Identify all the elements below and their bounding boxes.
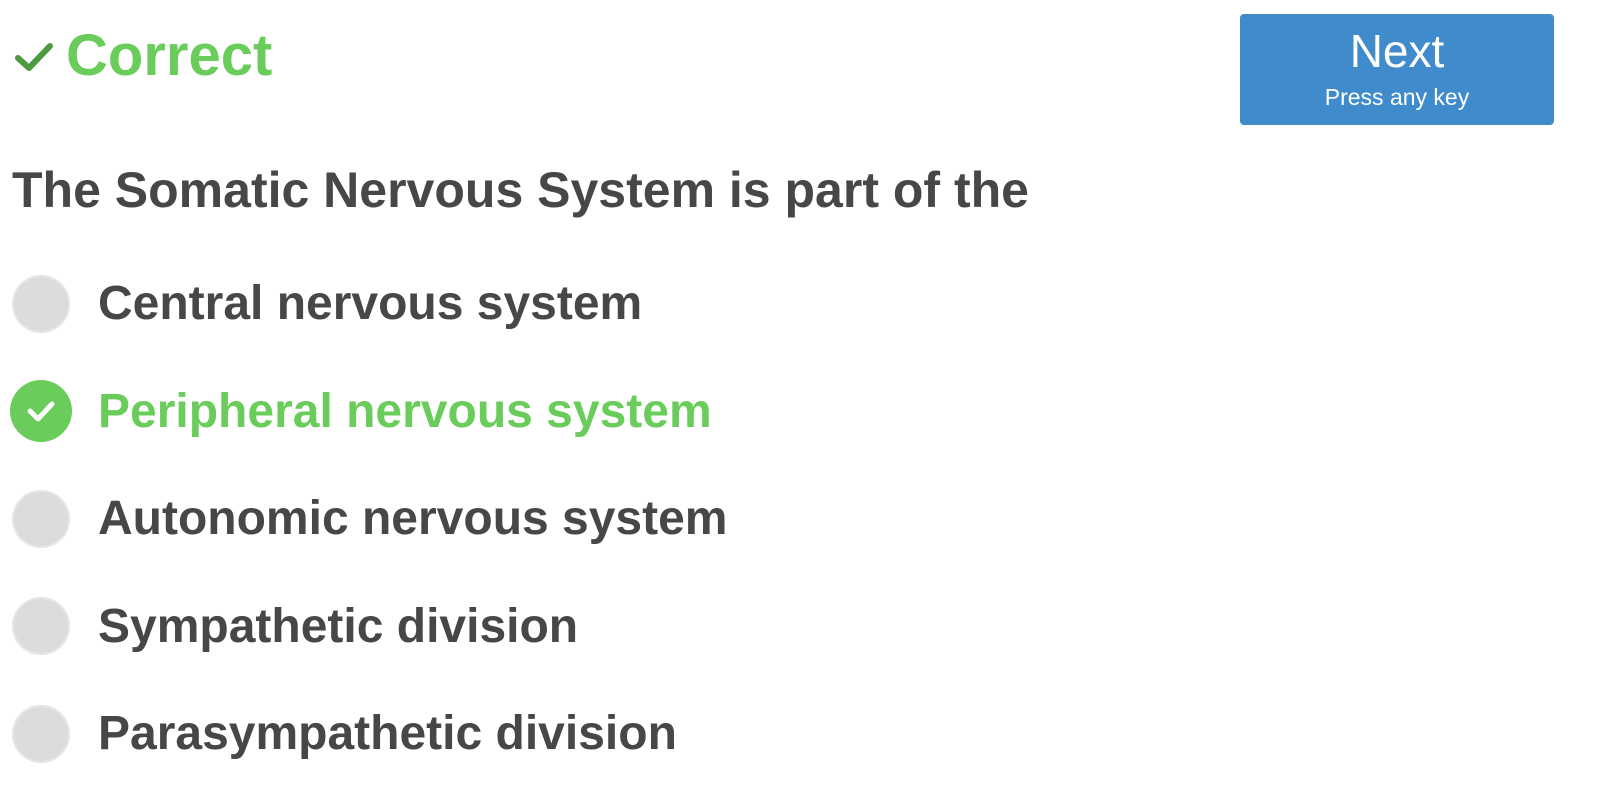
answer-options: Central nervous system Peripheral nervou… <box>10 250 1212 788</box>
feedback-text: Correct <box>66 23 273 88</box>
checkmark-icon <box>14 36 54 76</box>
answer-option[interactable]: Central nervous system <box>12 250 1212 358</box>
feedback-banner: Correct <box>14 20 272 92</box>
radio-button-unselected[interactable] <box>12 489 70 548</box>
answer-option[interactable]: Autonomic nervous system <box>12 465 1212 573</box>
radio-button-unselected[interactable] <box>12 704 70 763</box>
quiz-page: Correct Next Press any key The Somatic N… <box>0 0 1606 808</box>
checkmark-icon <box>27 401 55 422</box>
answer-option[interactable]: Sympathetic division <box>12 573 1212 681</box>
answer-option-correct[interactable]: Peripheral nervous system <box>10 358 1212 466</box>
radio-button-unselected[interactable] <box>12 274 70 333</box>
answer-option-label: Central nervous system <box>98 277 643 331</box>
question-text: The Somatic Nervous System is part of th… <box>12 162 1029 218</box>
radio-button-unselected[interactable] <box>12 597 70 656</box>
answer-option-label: Peripheral nervous system <box>98 384 712 438</box>
next-button[interactable]: Next Press any key <box>1240 14 1554 125</box>
next-button-hint: Press any key <box>1324 84 1470 110</box>
answer-option[interactable]: Parasympathetic division <box>12 680 1212 788</box>
answer-option-label: Parasympathetic division <box>98 707 677 761</box>
radio-button-selected[interactable] <box>10 380 72 443</box>
next-button-label: Next <box>1349 25 1445 77</box>
answer-option-label: Sympathetic division <box>98 599 579 653</box>
answer-option-label: Autonomic nervous system <box>98 492 728 546</box>
